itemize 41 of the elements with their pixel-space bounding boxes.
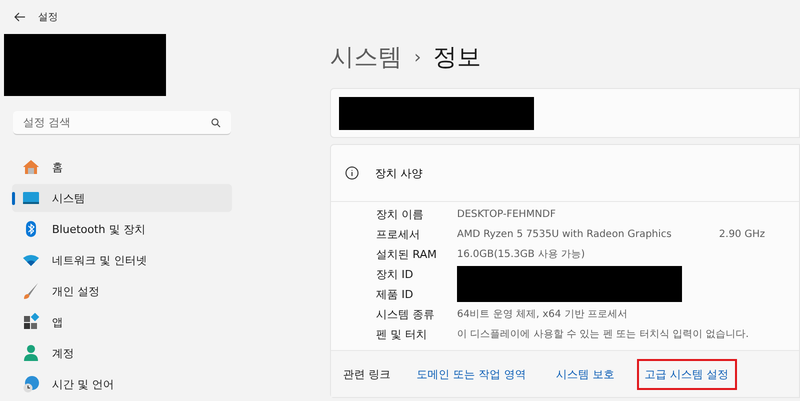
spec-value: 이 디스플레이에 사용할 수 있는 펜 또는 터치식 입력이 없습니다. xyxy=(457,328,749,342)
spec-value: AMD Ryzen 5 7535U with Radeon Graphics xyxy=(457,228,672,242)
spec-label: 시스템 종류 xyxy=(376,307,436,323)
sidebar-item[interactable]: 앱 xyxy=(12,308,232,336)
globe-clock-icon xyxy=(22,375,40,393)
spec-value: 16.0GB(15.3GB 사용 가능) xyxy=(457,248,585,262)
sidebar-item[interactable]: 시간 및 언어 xyxy=(12,370,232,398)
page-title: 정보 xyxy=(433,42,482,73)
related-link[interactable]: 시스템 보호 xyxy=(548,358,622,390)
breadcrumb-separator: › xyxy=(414,46,422,68)
spec-label: 제품 ID xyxy=(376,287,414,303)
info-icon xyxy=(345,166,359,180)
related-links-label: 관련 링크 xyxy=(343,366,390,382)
spec-label: 장치 이름 xyxy=(376,207,424,223)
window-title: 설정 xyxy=(38,11,58,24)
search-field[interactable]: 설정 검색 xyxy=(13,111,231,135)
spec-value: DESKTOP-FEHMNDF xyxy=(457,208,556,222)
spec-value: 2.90 GHz xyxy=(719,228,766,242)
breadcrumb-parent[interactable]: 시스템 xyxy=(330,41,402,73)
apps-icon xyxy=(22,313,40,331)
section-title: 장치 사양 xyxy=(375,166,422,180)
spec-value: 64비트 운영 체제, x64 기반 프로세서 xyxy=(457,308,628,322)
person-icon xyxy=(22,344,40,362)
sidebar-item[interactable]: Bluetooth 및 장치 xyxy=(12,215,232,243)
spec-label: 펜 및 터치 xyxy=(376,327,428,343)
spec-label: 장치 ID xyxy=(376,267,414,283)
sidebar-item[interactable]: 시스템 xyxy=(12,184,232,212)
spec-label: 프로세서 xyxy=(376,227,421,243)
brush-icon xyxy=(22,282,40,300)
back-arrow-icon[interactable] xyxy=(14,12,26,22)
monitor-icon xyxy=(22,189,40,207)
related-link[interactable]: 고급 시스템 설정 xyxy=(636,358,736,390)
search-icon xyxy=(211,118,221,128)
home-icon xyxy=(22,158,40,176)
selection-indicator xyxy=(12,192,15,205)
related-link[interactable]: 도메인 또는 작업 영역 xyxy=(408,358,534,390)
spec-label: 설치된 RAM xyxy=(376,247,438,263)
sidebar-item[interactable]: 계정 xyxy=(12,339,232,367)
sidebar-item[interactable]: 홈 xyxy=(12,153,232,181)
sidebar-item[interactable]: 네트워크 및 인터넷 xyxy=(12,246,232,274)
sidebar-item[interactable]: 개인 설정 xyxy=(12,277,232,305)
